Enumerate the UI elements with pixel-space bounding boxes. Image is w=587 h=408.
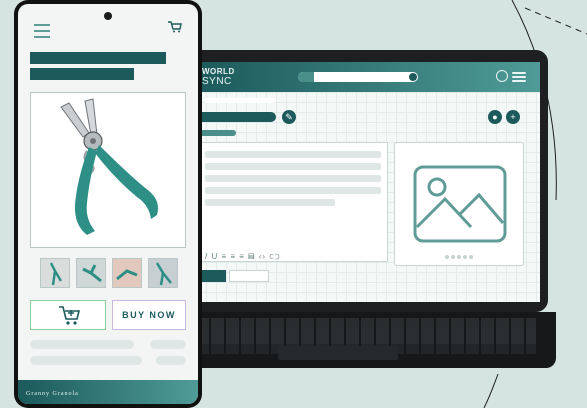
- app-header: WORLD SYNC: [196, 62, 540, 92]
- menu-icon[interactable]: [512, 72, 526, 82]
- product-subtitle-bar: [30, 68, 134, 80]
- phone-screen: BUY NOW Granny Granola: [18, 4, 198, 404]
- subtitle-bar: [196, 130, 236, 136]
- page-title-bar: [196, 112, 276, 122]
- image-upload-pane[interactable]: [394, 142, 524, 266]
- user-add-icon[interactable]: ●: [488, 110, 502, 124]
- secondary-action-button[interactable]: [229, 270, 269, 282]
- product-thumbnail[interactable]: [40, 258, 70, 288]
- text-line: [205, 163, 381, 170]
- front-camera: [104, 12, 112, 20]
- add-to-cart-button[interactable]: [30, 300, 106, 330]
- search-submit-knob[interactable]: [409, 73, 417, 81]
- text-editor[interactable]: 𝐼 U ≡ ≡ ≡ ▤ ‹› ⊂⊃: [196, 142, 388, 262]
- search-icon: [298, 72, 314, 82]
- pliers-image: [60, 98, 158, 235]
- product-thumbnail[interactable]: [76, 258, 106, 288]
- info-pill: [150, 340, 186, 349]
- add-to-cart-icon: [59, 306, 81, 325]
- search-bar[interactable]: [298, 72, 418, 82]
- product-thumbnail[interactable]: [112, 258, 142, 288]
- breadcrumb-placeholder: [204, 98, 276, 103]
- footer-brand: Granny Granola: [26, 391, 79, 397]
- product-title-bar: [30, 52, 166, 64]
- carousel-dots[interactable]: [445, 255, 475, 259]
- thumbnail-strip: [40, 258, 184, 288]
- text-line: [205, 187, 381, 194]
- product-image[interactable]: [30, 92, 186, 248]
- image-placeholder-icon: [413, 165, 507, 243]
- hamburger-icon[interactable]: [34, 24, 50, 42]
- text-line: [205, 175, 381, 182]
- buy-now-button[interactable]: BUY NOW: [112, 300, 186, 330]
- phone-footer: Granny Granola: [18, 380, 198, 404]
- product-thumbnail[interactable]: [148, 258, 178, 288]
- trackpad[interactable]: [278, 346, 398, 360]
- edit-icon[interactable]: ✎: [282, 110, 296, 124]
- text-line: [205, 151, 381, 158]
- laptop-screen: WORLD SYNC ✎ ● + 𝐼 U ≡ ≡ ≡ ▤ ‹› ⊂⊃: [196, 62, 540, 302]
- cart-icon[interactable]: [168, 20, 182, 36]
- text-line: [205, 199, 335, 206]
- info-pill: [30, 356, 142, 365]
- info-pill: [30, 340, 134, 349]
- brand-logo[interactable]: WORLD SYNC: [202, 67, 235, 87]
- formatting-toolbar[interactable]: 𝐼 U ≡ ≡ ≡ ▤ ‹› ⊂⊃: [205, 252, 281, 262]
- user-icon[interactable]: [496, 70, 508, 82]
- brand-line-2: SYNC: [202, 76, 232, 87]
- info-pill: [156, 356, 186, 365]
- add-icon[interactable]: +: [506, 110, 520, 124]
